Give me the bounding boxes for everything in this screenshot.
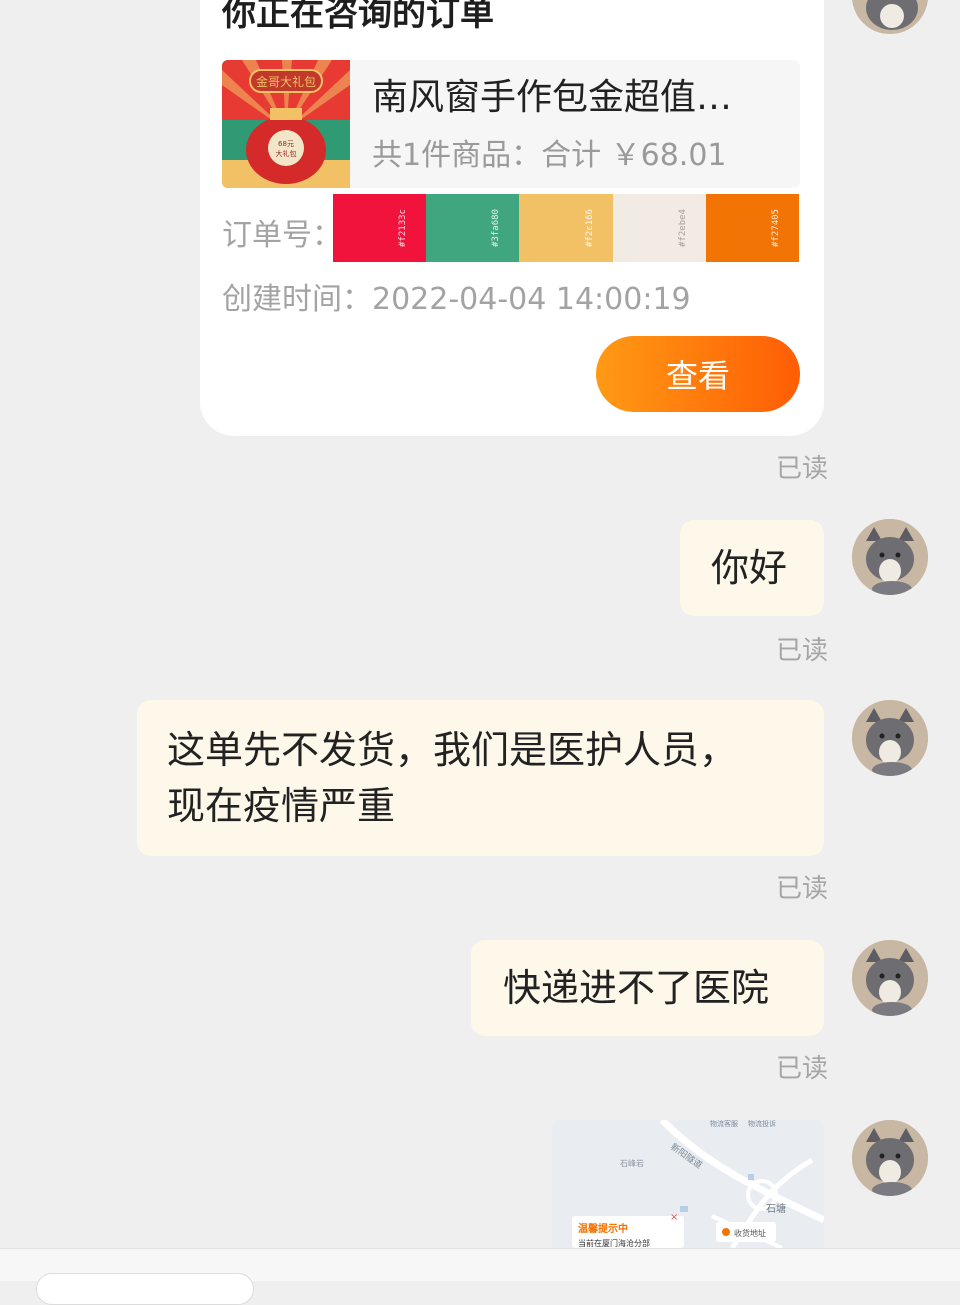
- avatar[interactable]: [852, 940, 928, 1016]
- message-input[interactable]: [36, 1273, 254, 1305]
- color-swatch-green: #3fa680: [426, 194, 520, 262]
- read-receipt: 已读: [775, 636, 828, 666]
- avatar[interactable]: [852, 1120, 928, 1196]
- product-summary: 共1件商品：合计 ￥68.01: [372, 138, 727, 173]
- map-top-label: 物流客服: [710, 1120, 738, 1128]
- message-text-line: 这单先不发货，我们是医护人员，: [167, 728, 738, 772]
- map-collect-label: 收货地址: [734, 1228, 766, 1238]
- svg-text:×: ×: [670, 1212, 678, 1223]
- map-message-card[interactable]: 新阳隧道 物流客服 物流投诉 石峰岩 石塘 收货地址 温馨提示中 当前在厦门海沧…: [552, 1120, 824, 1248]
- color-swatch-red: #f2133c: [333, 194, 427, 262]
- message-text-line: 现在疫情严重: [167, 784, 396, 828]
- map-area-label: 石峰岩: [620, 1158, 644, 1168]
- message-bubble: 快递进不了医院: [471, 940, 824, 1036]
- read-receipt: 已读: [775, 454, 828, 484]
- product-title: 南风窗手作包金超值…: [372, 77, 733, 118]
- message-bubble: 你好: [680, 520, 824, 616]
- thumb-title-text: 金哥大礼包: [256, 74, 316, 89]
- product-thumbnail: 金哥大礼包 68元 大礼包: [222, 60, 350, 188]
- order-created-time: 创建时间：2022-04-04 14:00:19: [222, 282, 691, 317]
- map-top-label: 物流投诉: [748, 1120, 776, 1128]
- avatar[interactable]: [852, 519, 928, 595]
- map-tip-subtitle: 当前在厦门海沧分部: [578, 1238, 650, 1248]
- color-palette-overlay: #f2133c #3fa680 #f2c166 #f2ebe4 #f27405: [333, 194, 800, 262]
- color-swatch-orange: #f27405: [705, 194, 800, 262]
- message-text: 快递进不了医院: [503, 966, 770, 1010]
- thumb-bag-text-2: 大礼包: [276, 149, 297, 158]
- order-number-label: 订单号：: [222, 218, 342, 253]
- color-swatch-gold: #f2c166: [519, 194, 613, 262]
- input-bar: [0, 1248, 960, 1305]
- read-receipt: 已读: [775, 874, 828, 904]
- avatar[interactable]: [852, 0, 928, 34]
- view-order-button[interactable]: 查看: [596, 336, 800, 412]
- message-text: 你好: [711, 546, 788, 590]
- map-tip-title: 温馨提示中: [578, 1222, 628, 1235]
- read-receipt: 已读: [775, 1054, 828, 1084]
- avatar[interactable]: [852, 700, 928, 776]
- color-swatch-cream: #f2ebe4: [612, 194, 706, 262]
- message-bubble: 这单先不发货，我们是医护人员， 现在疫情严重: [137, 700, 824, 856]
- order-card-heading: 你正在咨询的订单: [222, 0, 494, 34]
- thumb-bag-text-1: 68元: [278, 140, 294, 148]
- product-summary-box[interactable]: 金哥大礼包 68元 大礼包 南风窗手作包金超值… 共1件商品：合计 ￥68.01: [222, 60, 800, 188]
- map-area-label: 石塘: [766, 1202, 786, 1215]
- order-card: 你正在咨询的订单 金哥大礼包 68元 大礼包 南风窗手作包金超值… 共1件商品：…: [200, 0, 824, 436]
